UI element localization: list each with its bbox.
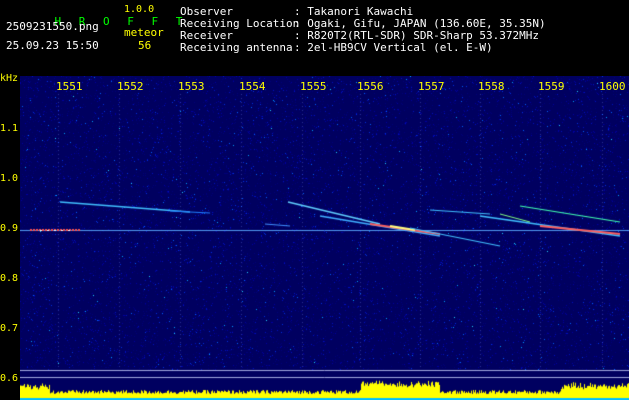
y-tick-label: 1.0 xyxy=(0,173,19,184)
axis-unit-label: kHz xyxy=(0,73,19,84)
x-tick-label: 1551 xyxy=(56,80,83,93)
x-tick-label: 1553 xyxy=(178,80,205,93)
file-name: 2509231550.png xyxy=(6,20,99,33)
x-tick-label: 1600 xyxy=(599,80,626,93)
info-value-antenna: : 2el-HB9CV Vertical (el. E-W) xyxy=(294,41,493,54)
x-tick-label: 1554 xyxy=(239,80,266,93)
header-panel: H R O F F T 1.0.0 2509231550.png 25.09.2… xyxy=(0,0,629,76)
app-version: 1.0.0 xyxy=(124,4,155,15)
x-tick-label: 1552 xyxy=(117,80,144,93)
y-tick-label: 0.8 xyxy=(0,273,19,284)
x-tick-label: 1558 xyxy=(478,80,505,93)
x-tick-label: 1555 xyxy=(300,80,327,93)
y-tick-label: 0.7 xyxy=(0,323,19,334)
x-tick-label: 1557 xyxy=(418,80,445,93)
capture-timestamp: 25.09.23 15:50 xyxy=(6,39,99,52)
info-key-antenna: Receiving antenna xyxy=(180,41,293,54)
x-tick-label: 1556 xyxy=(357,80,384,93)
meteor-label: meteor xyxy=(124,26,164,39)
y-tick-label: 1.1 xyxy=(0,123,19,134)
y-tick-label: 0.6 xyxy=(0,373,19,384)
y-tick-label: 0.9 xyxy=(0,223,19,234)
x-tick-label: 1559 xyxy=(538,80,565,93)
spectrogram-canvas[interactable] xyxy=(20,76,629,400)
meteor-count: 56 xyxy=(138,39,152,52)
